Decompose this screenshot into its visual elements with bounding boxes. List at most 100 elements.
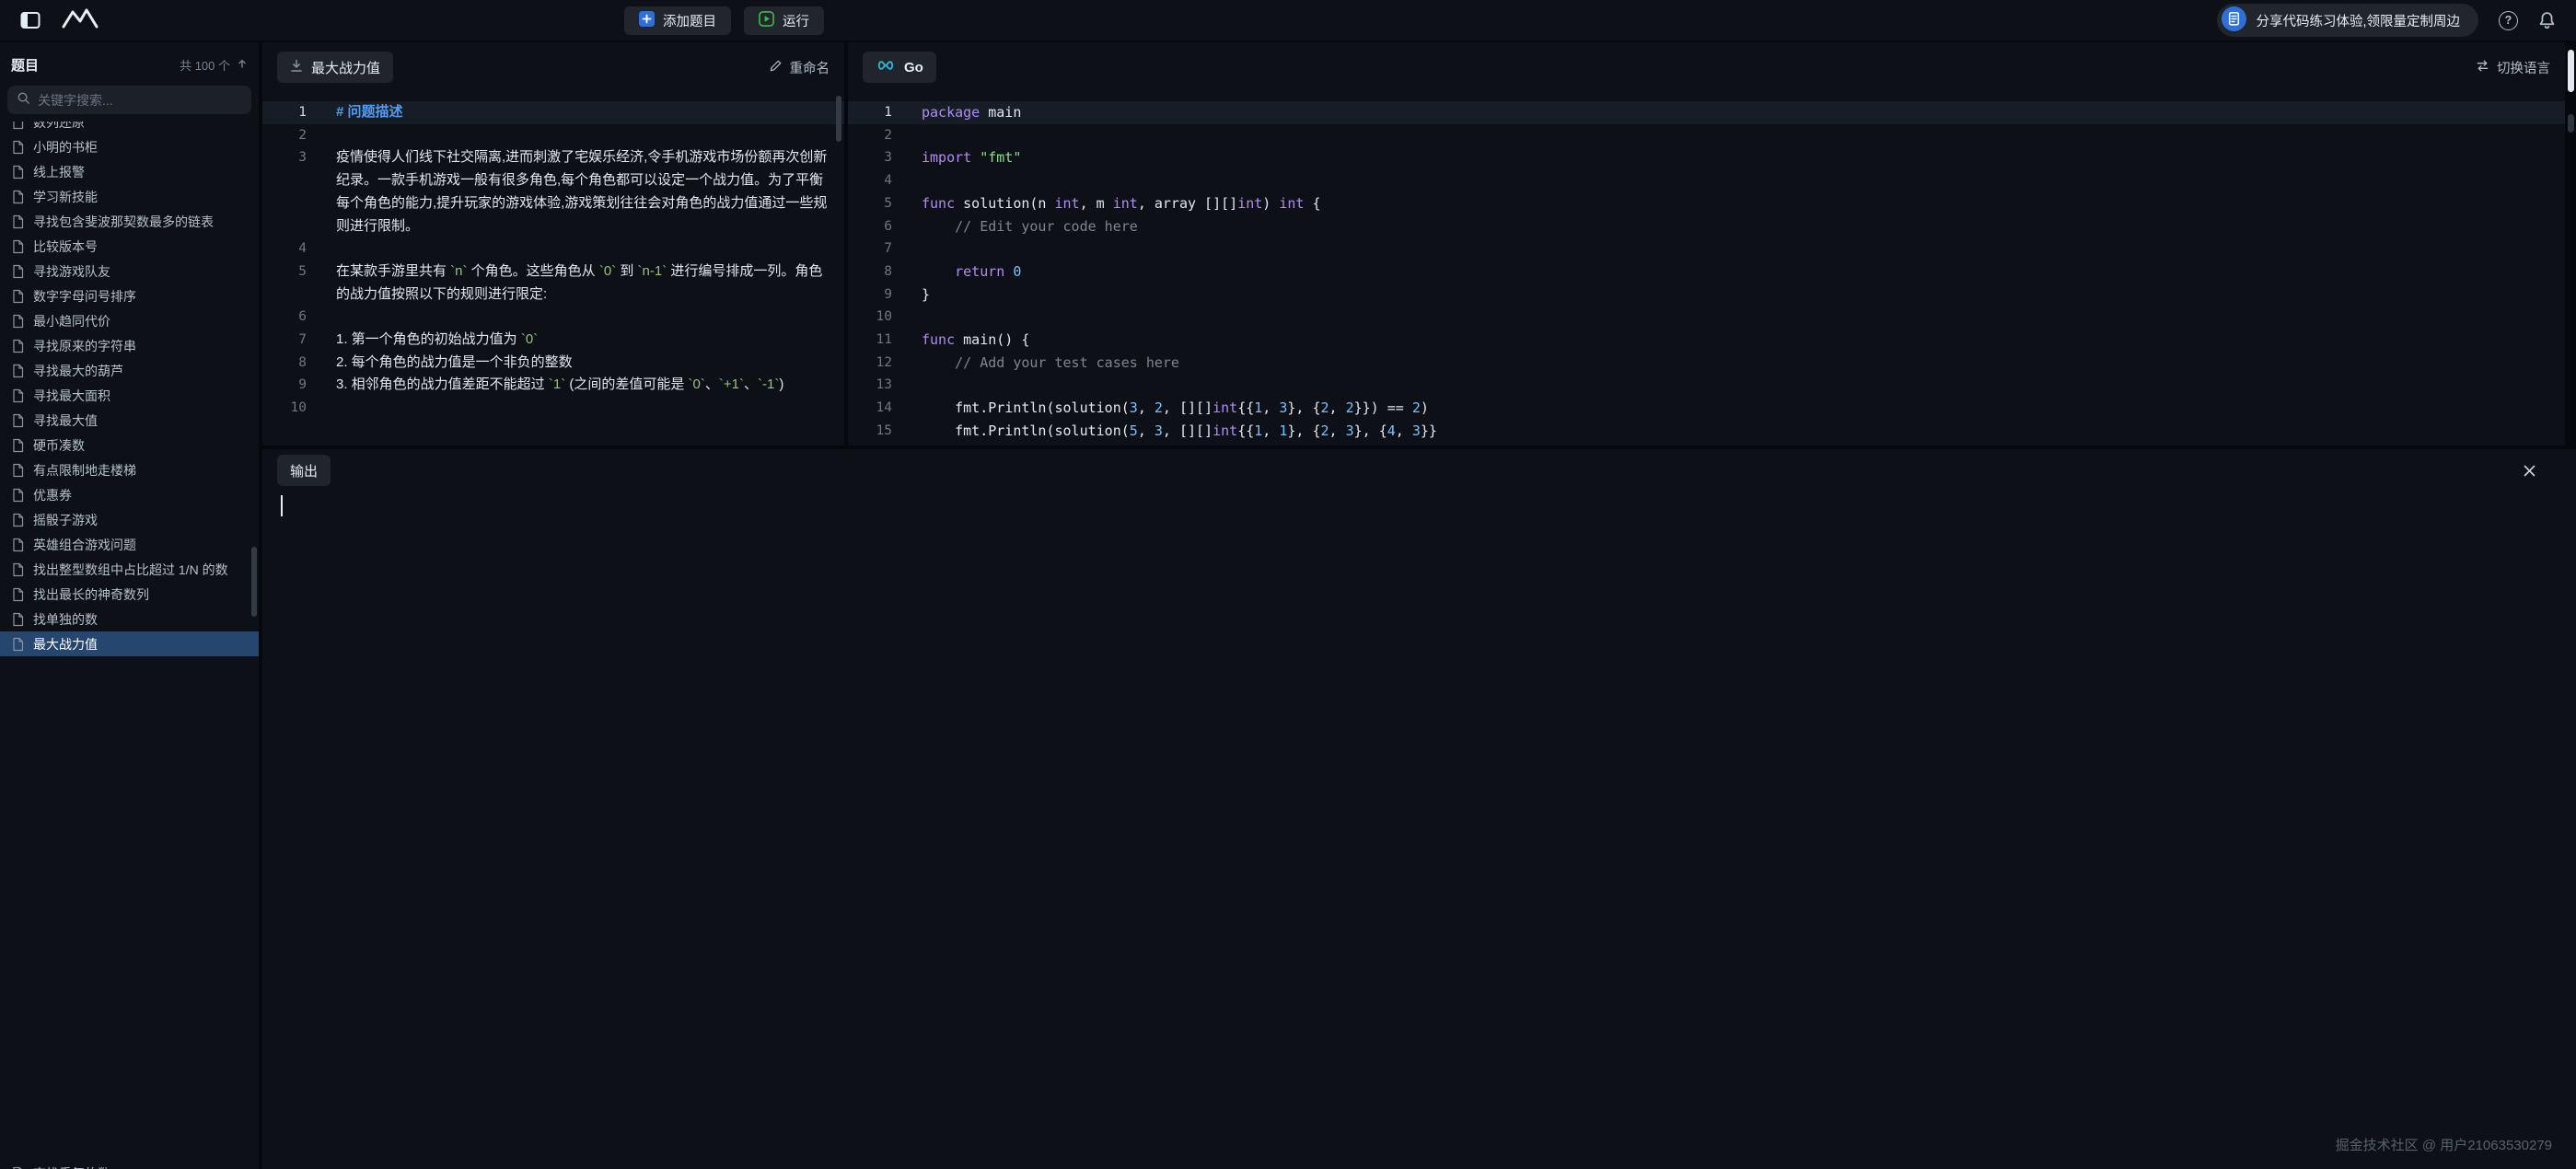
file-icon [11,488,25,503]
problem-list-item[interactable]: 寻找最大面积 [0,383,259,408]
add-problem-button[interactable]: 添加题目 [624,6,731,35]
line-text: 3. 相邻角色的战力值差距不能超过 `1` (之间的差值可能是 `0`、`+1`… [329,374,844,397]
scrollbar-thumb[interactable] [2568,50,2574,92]
output-tab-label: 输出 [290,461,318,480]
line-number: 1 [262,101,329,124]
code-line[interactable]: 3import "fmt" [848,146,2565,169]
file-icon [11,289,25,304]
switch-language-button[interactable]: 切换语言 [2476,58,2550,77]
code-line[interactable]: 8 return 0 [848,260,2565,284]
bell-icon[interactable] [2538,11,2556,29]
line-number: 7 [848,237,914,260]
problem-list-item-label: 小明的书柜 [33,138,98,156]
problem-editor[interactable]: 1# 问题描述23疫情使得人们线下社交隔离,进而刺激了宅娱乐经济,令手机游戏市场… [262,92,844,446]
problem-list-item[interactable]: 硬币凑数 [0,433,259,457]
output-tab[interactable]: 输出 [277,455,331,486]
problem-list-item[interactable]: 线上报警 [0,159,259,184]
file-icon [11,513,25,527]
code-line[interactable]: 15 fmt.Println(solution(5, 3, [][]int{{1… [848,420,2565,443]
file-icon [11,314,25,329]
problem-list-item[interactable]: 最小趋同代价 [0,308,259,333]
problem-line[interactable]: 1# 问题描述 [262,101,844,124]
file-icon [11,1166,25,1169]
file-icon [11,612,25,627]
code-line[interactable]: 2 [848,124,2565,147]
run-button[interactable]: 运行 [744,6,824,35]
problem-list-item[interactable]: 优惠券 [0,482,259,507]
sidebar-toggle-icon[interactable] [20,11,41,29]
code-line[interactable]: 14 fmt.Println(solution(3, 2, [][]int{{1… [848,397,2565,420]
problem-list-item[interactable]: 找出最长的神奇数列 [0,582,259,607]
code-line[interactable]: 11func main() { [848,329,2565,352]
problem-list-item[interactable]: 摇骰子游戏 [0,507,259,532]
problem-line[interactable]: 6 [262,306,844,329]
problem-list-item-label: 寻找最大的葫芦 [33,362,123,380]
play-icon [759,11,774,30]
problem-line[interactable]: 5在某款手游里共有 `n` 个角色。这些角色从 `0` 到 `n-1` 进行编号… [262,260,844,306]
file-icon [11,190,25,204]
problem-tab[interactable]: 最大战力值 [277,52,393,83]
problem-list-item[interactable]: 寻找游戏队友 [0,259,259,284]
problem-line[interactable]: 82. 每个角色的战力值是一个非负的整数 [262,352,844,375]
pencil-icon [769,59,783,76]
problem-list-item[interactable]: 英雄组合游戏问题 [0,532,259,557]
scrollbar-thumb[interactable] [2568,114,2574,133]
content-area: 最大战力值 重命名 1# 问题描述23疫情使得人们线下社交隔离,进而刺激了宅娱乐… [262,42,2576,1169]
help-icon[interactable]: ? [2499,11,2518,30]
code-line[interactable]: 7 [848,237,2565,260]
promo-banner[interactable]: 分享代码练习体验,领限量定制周边 [2217,4,2478,37]
file-icon [11,140,25,155]
problem-list-item[interactable]: 寻找最大值 [0,408,259,433]
problem-list-item[interactable]: 数字字母问号排序 [0,284,259,308]
problem-line[interactable]: 2 [262,124,844,147]
problem-list-item[interactable]: 学习新技能 [0,184,259,209]
problem-list-item-label: 有点限制地走楼梯 [33,461,136,480]
problem-list-item[interactable]: 数列还原 [0,122,259,134]
scrollbar-thumb[interactable] [251,547,257,617]
line-number: 4 [262,237,329,260]
problem-list-item[interactable]: 有点限制地走楼梯 [0,457,259,482]
go-logo-icon [876,59,896,75]
close-icon[interactable] [2524,465,2535,477]
problem-list-item[interactable]: 找单独的数 [0,607,259,631]
code-line[interactable]: 13 [848,374,2565,397]
problem-list-item[interactable]: 最大战力值 [0,631,259,656]
line-text: fmt.Println(solution(5, 3, [][]int{{1, 1… [922,420,2565,443]
output-console[interactable]: 掘金技术社区 @ 用户21063530279 [262,492,2576,1169]
problem-line[interactable]: 10 [262,397,844,420]
topbar-actions: 添加题目 运行 [624,6,824,35]
scrollbar-thumb[interactable] [836,96,841,142]
collapse-up-icon[interactable] [237,58,248,72]
language-tab[interactable]: Go [863,52,936,83]
problem-list-item-label: 学习新技能 [33,188,98,206]
problem-list-item[interactable]: 寻找原来的字符串 [0,333,259,358]
line-number: 2 [262,124,329,147]
code-line[interactable]: 4 [848,169,2565,192]
code-editor[interactable]: 1package main23import "fmt"45func soluti… [848,92,2565,446]
code-line[interactable]: 6 // Edit your code here [848,215,2565,238]
code-line[interactable]: 1package main [848,101,2565,124]
problem-list-item-label: 优惠券 [33,486,72,504]
problem-line[interactable]: 71. 第一个角色的初始战力值为 `0` [262,329,844,352]
search-input[interactable] [38,93,242,108]
problem-list-item[interactable]: 小明的书柜 [0,134,259,159]
code-line[interactable]: 9} [848,284,2565,307]
problem-list-item[interactable]: 比较版本号 [0,234,259,259]
line-number: 5 [262,260,329,284]
code-line[interactable]: 5func solution(n int, m int, array [][]i… [848,192,2565,215]
problem-line[interactable]: 3疫情使得人们线下社交隔离,进而刺激了宅娱乐经济,令手机游戏市场份额再次创新纪录… [262,146,844,237]
problem-list: 数列还原小明的书柜线上报警学习新技能寻找包含斐波那契数最多的链表比较版本号寻找游… [0,122,259,1169]
promo-icon [2222,6,2246,35]
file-icon [11,463,25,478]
problem-list-item[interactable]: 寻找最大的葫芦 [0,358,259,383]
rename-button[interactable]: 重命名 [769,58,830,77]
problem-line[interactable]: 93. 相邻角色的战力值差距不能超过 `1` (之间的差值可能是 `0`、`+1… [262,374,844,397]
code-line[interactable]: 10 [848,306,2565,329]
problem-list-item[interactable]: 找出整型数组中占比超过 1/N 的数 [0,557,259,582]
file-icon [11,339,25,353]
problem-list-item[interactable]: 查找重复的数 [0,1161,259,1169]
problem-list-item[interactable]: 寻找包含斐波那契数最多的链表 [0,209,259,234]
file-icon [11,264,25,279]
problem-line[interactable]: 4 [262,237,844,260]
code-line[interactable]: 12 // Add your test cases here [848,352,2565,375]
